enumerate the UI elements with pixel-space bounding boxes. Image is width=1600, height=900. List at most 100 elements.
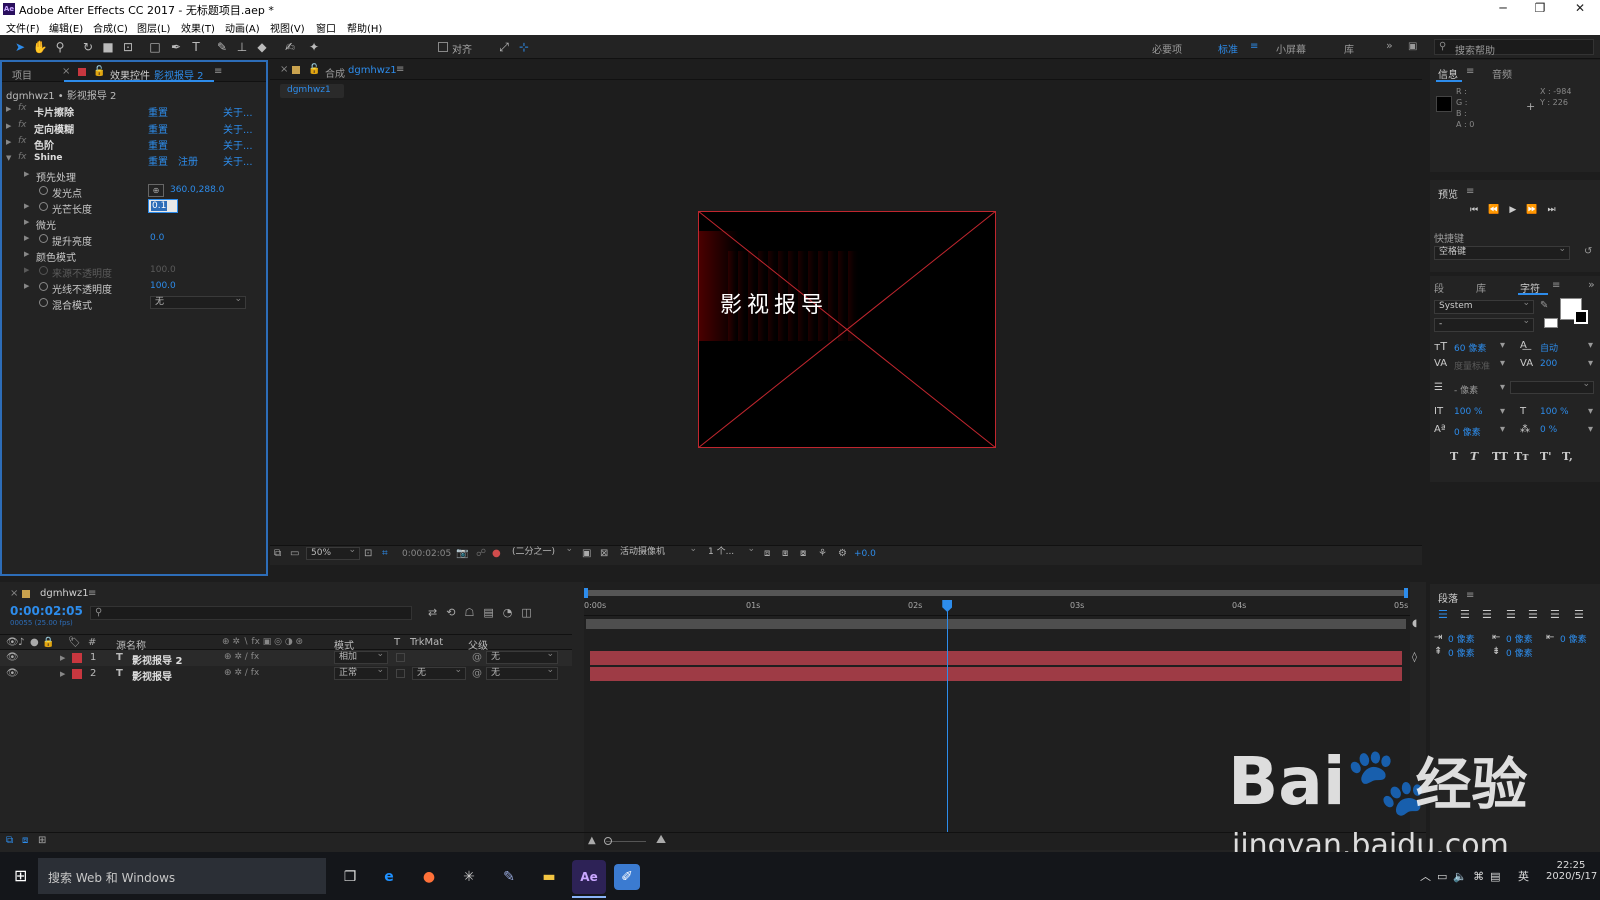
tray-volume-icon[interactable]: 🔈	[1453, 870, 1473, 883]
lock-column-icon[interactable]: 🔒	[42, 637, 54, 648]
eye-icon[interactable]: 👁	[6, 652, 19, 663]
prev-frame-icon[interactable]: ⏪	[1488, 205, 1509, 215]
comp-viewer[interactable]: 影视报导	[698, 211, 996, 448]
exposure-reset-icon[interactable]: ⚙	[838, 548, 847, 559]
align-right-icon[interactable]: ☰	[1482, 608, 1492, 621]
work-area-navigator[interactable]	[586, 590, 1406, 596]
reset-link[interactable]: 重置	[148, 104, 168, 119]
input-method-indicator[interactable]: 英	[1518, 868, 1529, 884]
brush-tool-icon[interactable]: ✎	[214, 39, 230, 55]
roi-icon[interactable]: ▣	[582, 548, 591, 559]
prop-value[interactable]: 100.0	[150, 281, 176, 291]
character-menu-icon[interactable]: ≡	[1552, 280, 1560, 291]
tab-paragraph-short[interactable]: 段	[1434, 280, 1444, 295]
about-link[interactable]: 关于...	[223, 121, 253, 136]
indent-first-value[interactable]: 0 像素	[1506, 632, 1533, 645]
menu-layer[interactable]: 图层(L)	[137, 20, 170, 35]
snap-option-icon[interactable]: ⤢	[496, 39, 512, 55]
shortcut-select[interactable]: 空格键	[1434, 244, 1570, 260]
about-link[interactable]: 关于...	[223, 104, 253, 119]
after-effects-taskbar-icon[interactable]: Ae	[572, 860, 606, 894]
transfer-mode-select[interactable]: 无	[150, 294, 246, 309]
tray-notification-icon[interactable]: ▤	[1490, 870, 1506, 883]
prop-boost-light[interactable]: ▶ 提升亮度 0.0	[2, 231, 260, 248]
timeline-zoom-track[interactable]	[606, 841, 646, 842]
prop-value[interactable]: 0.0	[150, 233, 164, 243]
close-timeline-tab-icon[interactable]: ×	[10, 588, 18, 599]
space-after-value[interactable]: 0 像素	[1506, 646, 1533, 659]
video-toggle-icon[interactable]: 👁	[6, 637, 19, 648]
toggle-layer-switches-icon[interactable]: ⧉	[6, 835, 13, 846]
workspace-menu-icon[interactable]: ≡	[1250, 41, 1258, 52]
close-tab-icon[interactable]: ×	[62, 66, 70, 77]
windows-start-icon[interactable]: ⊞	[14, 866, 34, 886]
prop-shine-opacity[interactable]: ▶ 光线不透明度 100.0	[2, 279, 260, 296]
effect-row-shine[interactable]: ▼ fx Shine 重置 注册 关于...	[2, 151, 260, 168]
prop-value[interactable]: 360.0,288.0	[170, 185, 224, 195]
justify-center-icon[interactable]: ☰	[1528, 608, 1538, 621]
faux-italic-button[interactable]: T	[1470, 450, 1478, 463]
tray-up-arrow-icon[interactable]: ︿	[1420, 870, 1437, 883]
firefox-icon[interactable]: ●	[416, 864, 442, 890]
selection-tool-icon[interactable]: ➤	[12, 39, 28, 55]
dropdown-arrow-icon[interactable]: ▾	[1588, 406, 1593, 417]
zoom-select[interactable]: 50%	[306, 545, 360, 560]
frame-blending-icon[interactable]: ▤	[483, 606, 502, 619]
leading-value[interactable]: 自动	[1540, 341, 1558, 354]
prop-ray-length[interactable]: ▶ 光芒长度 0.1	[2, 199, 260, 216]
display-icon[interactable]: ▭	[290, 548, 299, 559]
layer-row[interactable]: 👁 ▶ 2 T 影视报导 ⊕ ✲ ∕ fx 正常 无 @ 无	[0, 665, 572, 683]
close-comp-tab-icon[interactable]: ×	[280, 64, 288, 75]
tsume-value[interactable]: 0 %	[1540, 425, 1557, 435]
indent-right-value[interactable]: 0 像素	[1560, 632, 1587, 645]
menu-edit[interactable]: 编辑(E)	[49, 20, 83, 35]
menu-animation[interactable]: 动画(A)	[225, 20, 260, 35]
zoom-tool-icon[interactable]: ⚲	[52, 39, 68, 55]
info-menu-icon[interactable]: ≡	[1466, 66, 1474, 77]
paragraph-menu-icon[interactable]: ≡	[1466, 590, 1474, 601]
tracking-value[interactable]: 200	[1540, 359, 1557, 369]
about-link[interactable]: 关于...	[223, 137, 253, 152]
label-column-icon[interactable]: 🏷	[68, 637, 81, 648]
clone-stamp-tool-icon[interactable]: ⊥	[234, 39, 250, 55]
dropdown-arrow-icon[interactable]: ▾	[1588, 340, 1593, 351]
swap-colors-icon[interactable]	[1544, 318, 1558, 328]
views-select[interactable]: 1 个...	[704, 544, 758, 560]
current-timecode[interactable]: 0:00:02:05	[10, 604, 83, 618]
faux-bold-button[interactable]: T	[1450, 450, 1458, 463]
comp-lock-icon[interactable]: 🔓	[308, 64, 320, 75]
pickwhip-icon[interactable]: @	[472, 652, 482, 663]
comp-mini-flowchart-icon[interactable]: ⇄	[428, 606, 446, 619]
stopwatch-icon[interactable]	[39, 202, 48, 211]
ray-length-input[interactable]: 0.1	[148, 199, 178, 213]
workspace-small-screen[interactable]: 小屏幕	[1276, 41, 1306, 56]
tab-audio[interactable]: 音频	[1492, 66, 1512, 81]
menu-file[interactable]: 文件(F)	[6, 20, 40, 35]
zoom-in-icon[interactable]: ⛰	[656, 832, 666, 847]
fast-previews-icon[interactable]: ⧇	[800, 548, 806, 559]
trkmat-select[interactable]: 无	[412, 665, 466, 680]
register-link[interactable]: 注册	[178, 153, 198, 168]
puppet-pin-tool-icon[interactable]: ✦	[306, 39, 322, 55]
layer-label-color[interactable]	[72, 653, 82, 663]
reset-shortcut-icon[interactable]: ↺	[1584, 246, 1592, 257]
dropdown-arrow-icon[interactable]: ▾	[1588, 358, 1593, 369]
minimize-button[interactable]: ─	[1493, 1, 1513, 15]
camera-tool-icon[interactable]: ■	[100, 39, 116, 55]
taskbar-search-box[interactable]: 搜索 Web 和 Windows	[38, 858, 326, 894]
preview-menu-icon[interactable]: ≡	[1466, 186, 1474, 197]
timeline-zoom-thumb[interactable]	[604, 837, 612, 845]
timeline-menu-icon[interactable]: ≡	[88, 588, 96, 599]
workspace-standard[interactable]: 标准	[1218, 41, 1238, 56]
preserve-transparency-checkbox[interactable]	[396, 669, 405, 678]
last-frame-icon[interactable]: ⏭	[1547, 205, 1565, 215]
menu-window[interactable]: 窗口	[316, 20, 336, 35]
prop-shimmer[interactable]: ▶ 微光	[2, 215, 260, 232]
work-area-bar[interactable]	[586, 619, 1406, 629]
restore-button[interactable]: ❐	[1530, 1, 1550, 15]
menu-help[interactable]: 帮助(H)	[347, 20, 382, 35]
tab-info[interactable]: 信息	[1438, 66, 1458, 81]
always-preview-icon[interactable]: ⧉	[274, 548, 281, 559]
close-button[interactable]: ✕	[1570, 1, 1590, 15]
column-trkmat[interactable]: TrkMat	[410, 637, 443, 648]
